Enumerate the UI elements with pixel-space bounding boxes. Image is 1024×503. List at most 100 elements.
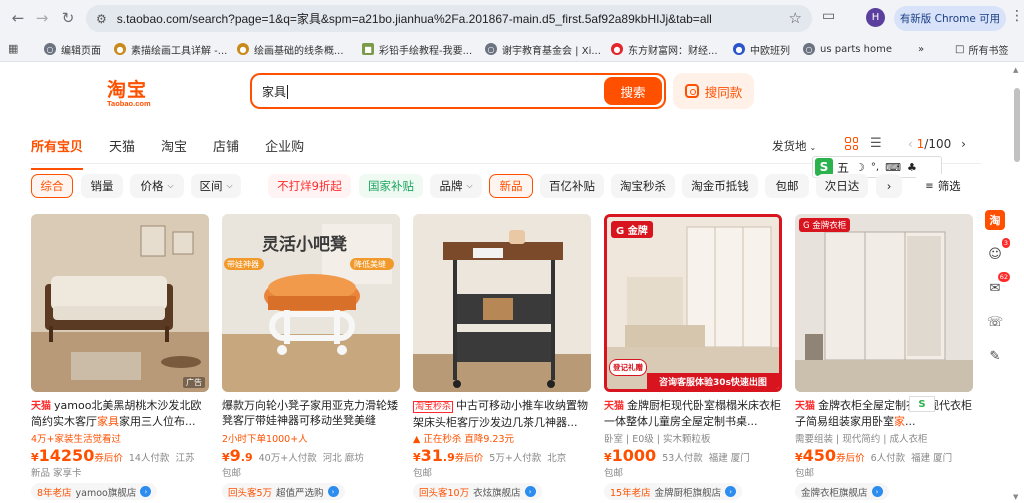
filter-range[interactable]: 区间 ⌵ [191, 174, 241, 198]
product-title[interactable]: 天猫 yamoo北美黑胡桃木沙发北欧简约实木客厅家具家用三人位布... [31, 398, 209, 428]
ime-mode[interactable]: 五 [837, 159, 849, 176]
search-button[interactable]: 搜索 [604, 77, 662, 105]
product-title[interactable]: 淘宝秒杀 中古可移动小推车收纳置物架床头柜客厅沙发边几茶几神器... [413, 398, 591, 428]
filter-nextday[interactable]: 次日达 [816, 174, 868, 198]
cart-icon[interactable]: ☺ 3 [985, 238, 1010, 264]
ship-from-dropdown[interactable]: 发货地 ⌄ [772, 138, 816, 154]
message-icon[interactable]: ✉ 62 [985, 272, 1010, 298]
filter-freeship[interactable]: 包邮 [765, 174, 809, 198]
price: ¥31.9 [413, 446, 455, 465]
store-link[interactable]: 回头客10万 衣炫旗舰店 › [413, 483, 542, 500]
tab-taobao[interactable]: 淘宝 [161, 136, 187, 155]
tab-tmall[interactable]: 天猫 [109, 136, 135, 155]
punct-icon[interactable]: °, [871, 162, 879, 173]
next-page-icon[interactable]: › [961, 137, 966, 151]
filter-sales[interactable]: 销量 [81, 174, 123, 198]
bookmark-item[interactable]: ○ 编辑页面 [44, 36, 101, 62]
store-link[interactable]: 15年老店 金牌厨柜旗舰店 › [604, 483, 743, 500]
product-image[interactable]: 广告 [31, 214, 209, 392]
globe-icon: ○ [44, 43, 56, 55]
prev-page-icon[interactable]: ‹ [908, 137, 913, 151]
bookmark-item[interactable]: ■ 彩铅手绘教程-我要... [362, 36, 472, 62]
product-card[interactable]: G 金牌 登记礼赠 咨询客服体验30s快速出图 天猫 金牌厨柜现代卧室榻榻米床衣柜… [604, 214, 782, 503]
tmall-tag: 天猫 [795, 401, 815, 412]
result-tabs: 所有宝贝 天猫 淘宝 店铺 企业购 [31, 136, 330, 170]
keyboard-icon[interactable]: ⌨ [885, 161, 901, 174]
product-image[interactable] [413, 214, 591, 392]
product-card[interactable]: 广告 天猫 yamoo北美黑胡桃木沙发北欧简约实木客厅家具家用三人位布... 4万… [31, 214, 209, 503]
folder-icon: □ [955, 43, 965, 55]
bookmark-item[interactable]: ○ 谢宇教育基金会 | Xi... [485, 36, 601, 62]
store-link[interactable]: 回头客5万 超值严选购 › [222, 483, 345, 500]
skin-icon[interactable]: ♣ [907, 161, 917, 174]
back-arrow-icon[interactable]: ← [6, 6, 30, 30]
bookmark-item[interactable]: ● 中欧班列 [733, 36, 790, 62]
paw-icon: ● [733, 43, 745, 55]
product-card[interactable]: 淘宝秒杀 中古可移动小推车收纳置物架床头柜客厅沙发边几茶几神器... ▲ 正在秒杀… [413, 214, 591, 503]
store-link[interactable]: 金牌衣柜旗舰店 › [795, 483, 889, 500]
search-input[interactable]: 家具 [252, 83, 289, 100]
menu-kebab-icon[interactable]: ⋮ [1010, 9, 1024, 23]
site-info-icon[interactable]: ⚙ [96, 12, 107, 26]
filter-coins[interactable]: 淘金币抵钱 [682, 174, 758, 198]
bookmark-item[interactable]: ● 素描绘画工具详解 -... [114, 36, 227, 62]
all-bookmarks[interactable]: □ 所有书签 [955, 36, 1008, 62]
filter-price[interactable]: 价格 ⌵ [130, 174, 184, 198]
filter-default[interactable]: 综合 [31, 174, 73, 198]
url-text[interactable]: s.taobao.com/search?page=1&q=家具&spm=a21b… [117, 10, 712, 27]
scrollbar-thumb[interactable] [1014, 88, 1020, 162]
tmall-tag: 天猫 [604, 401, 624, 412]
moon-icon[interactable]: ☽ [855, 161, 865, 174]
taobao-logo[interactable]: 淘宝 Taobao.com [107, 75, 162, 109]
update-chrome-button[interactable]: 有新版 Chrome 可用 [894, 6, 1006, 31]
price-line: ¥14250 券后价 14人付款 江苏 [31, 446, 195, 465]
right-rail: 淘 ☺ 3 ✉ 62 ☏ ✎ [985, 210, 1010, 380]
tab-enterprise[interactable]: 企业购 [265, 136, 304, 155]
price-line: ¥450 券后价 6人付款 福建 厦门 [795, 446, 953, 465]
product-image[interactable]: 灵活小吧凳 带娃神器 降低美缝 [222, 214, 400, 392]
bookmark-star-icon[interactable]: ☆ [789, 9, 802, 27]
bookmarks-overflow[interactable]: » [918, 36, 924, 62]
forward-arrow-icon[interactable]: → [30, 6, 54, 30]
product-image[interactable]: G 金牌 登记礼赠 咨询客服体验30s快速出图 [604, 214, 782, 392]
image-search-button[interactable]: 搜同款 [673, 73, 754, 109]
ime-floating-icon[interactable]: S [909, 396, 935, 412]
grid-view-icon[interactable] [845, 137, 858, 150]
search-box[interactable]: 家具 搜索 [250, 73, 666, 109]
extensions-icon[interactable]: ▭ [822, 8, 835, 24]
bookmark-item[interactable]: ● 绘画基础的线条概... [237, 36, 344, 62]
product-title[interactable]: 天猫 金牌衣柜全屋定制衣柜现代衣柜子简易组装家用卧室家... [795, 398, 973, 428]
filter-scroll-right-icon[interactable]: › [876, 174, 902, 198]
tab-shops[interactable]: 店铺 [213, 136, 239, 155]
profile-avatar[interactable]: H [866, 8, 885, 27]
taobao-home-button[interactable]: 淘 [985, 210, 1005, 230]
store-link[interactable]: 8年老店 yamoo旗舰店 › [31, 483, 158, 500]
tmall-tag: 天猫 [31, 401, 51, 412]
product-title[interactable]: 天猫 金牌厨柜现代卧室榻榻米床衣柜一体整体儿童房全屋定制书桌... [604, 398, 782, 428]
filter-billion[interactable]: 百亿补贴 [540, 174, 604, 198]
customer-service-icon[interactable]: ☏ [985, 312, 1005, 332]
bookmark-item[interactable]: ○ us parts home [803, 36, 892, 62]
apps-grid-icon[interactable]: ▦ [8, 42, 18, 55]
product-card[interactable]: G 金牌衣柜 天猫 金牌衣柜全屋定制衣柜现代衣柜子简易组装家用卧室家... 需要组… [795, 214, 973, 503]
bookmark-item[interactable]: ● 东方财富网：财经... [611, 36, 718, 62]
filter-more[interactable]: ≡ 筛选 [915, 174, 971, 198]
filter-new[interactable]: 新品 [489, 174, 533, 198]
product-title[interactable]: 爆款万向轮小凳子家用亚克力滑轮矮凳客厅带娃神器可移动坐凳美缝 [222, 398, 400, 428]
product-tags: 新品 家享卡 [31, 468, 82, 479]
scroll-up-icon[interactable]: ▲ [1013, 66, 1018, 74]
feedback-icon[interactable]: ✎ [985, 346, 1005, 366]
tab-all[interactable]: 所有宝贝 [31, 136, 84, 170]
filter-brand[interactable]: 品牌 ⌵ [430, 174, 482, 198]
price: ¥1000 [604, 446, 657, 465]
filter-promo[interactable]: 不打烊9折起 [268, 174, 351, 198]
filter-subsidy[interactable]: 国家补贴 [359, 174, 423, 198]
chevron-right-icon: › [725, 486, 737, 497]
filter-flash[interactable]: 淘宝秒杀 [611, 174, 675, 198]
address-bar[interactable]: ⚙ s.taobao.com/search?page=1&q=家具&spm=a2… [86, 5, 812, 32]
list-view-icon[interactable]: ☰ [870, 137, 883, 150]
reload-icon[interactable]: ↻ [56, 6, 80, 30]
product-card[interactable]: 灵活小吧凳 带娃神器 降低美缝 爆款万向轮小凳子家用亚克力滑轮矮凳客厅带娃神器可… [222, 214, 400, 503]
scroll-down-icon[interactable]: ▼ [1013, 493, 1018, 501]
product-image[interactable]: G 金牌衣柜 [795, 214, 973, 392]
